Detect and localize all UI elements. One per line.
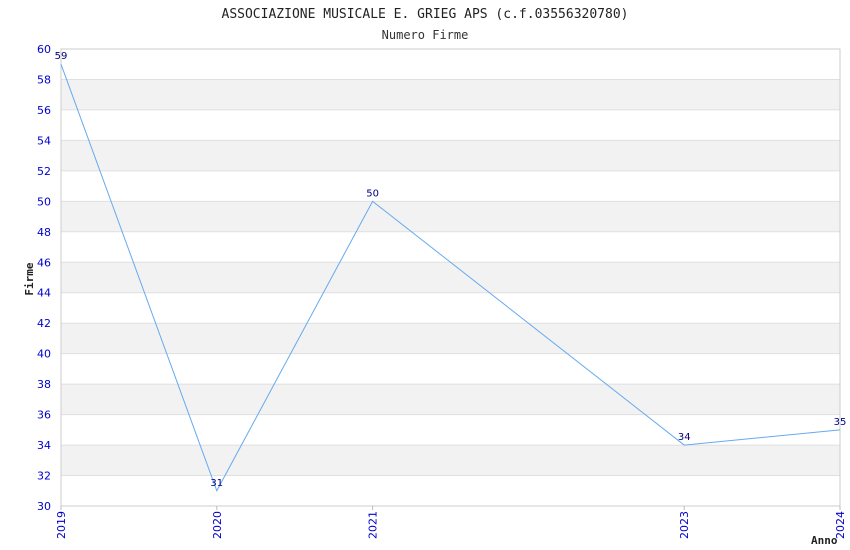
y-axis-ticks: 30 32 34 36 38 40 42 44 46 48 50 52 54 56 58 60	[37, 43, 51, 513]
line-chart: 30 32 34 36 38 40 42 44 46 48 50 52 54 56 58 60 2019 202…	[23, 7, 847, 547]
y-axis-label: Firme	[23, 262, 36, 295]
y-tick-label: 52	[37, 165, 51, 178]
chart-title: ASSOCIAZIONE MUSICALE E. GRIEG APS (c.f.…	[222, 7, 629, 22]
y-tick-label: 54	[37, 134, 51, 147]
data-label: 59	[55, 51, 68, 62]
x-tick-label: 2019	[55, 511, 68, 539]
x-tick-label: 2021	[367, 511, 380, 539]
grid-band	[61, 384, 840, 415]
y-tick-label: 40	[37, 348, 51, 361]
y-tick-label: 60	[37, 43, 51, 56]
x-tick-label: 2020	[211, 511, 224, 539]
y-tick-label: 58	[37, 73, 51, 86]
y-tick-label: 38	[37, 378, 51, 391]
data-label: 34	[678, 432, 691, 443]
x-axis-ticks: 2019 2020 2021 2023 2024	[55, 506, 847, 539]
x-tick-label: 2023	[678, 511, 691, 539]
grid-band	[61, 262, 840, 293]
grid-band	[61, 445, 840, 476]
y-tick-label: 56	[37, 104, 51, 117]
grid-band	[61, 79, 840, 110]
grid-band	[61, 140, 840, 171]
y-tick-label: 30	[37, 500, 51, 513]
y-tick-label: 32	[37, 470, 51, 483]
y-tick-label: 50	[37, 195, 51, 208]
chart-subtitle: Numero Firme	[382, 28, 469, 42]
data-label: 35	[834, 417, 847, 428]
y-tick-label: 46	[37, 256, 51, 269]
data-label: 31	[210, 478, 223, 489]
grid-band	[61, 323, 840, 354]
grid-bands	[61, 79, 840, 476]
y-tick-label: 48	[37, 226, 51, 239]
y-tick-label: 44	[37, 287, 51, 300]
grid-band	[61, 201, 840, 232]
data-label: 50	[366, 188, 379, 199]
y-tick-label: 36	[37, 409, 51, 422]
y-tick-label: 34	[37, 439, 51, 452]
y-tick-label: 42	[37, 317, 51, 330]
x-axis-label: Anno	[811, 534, 838, 547]
